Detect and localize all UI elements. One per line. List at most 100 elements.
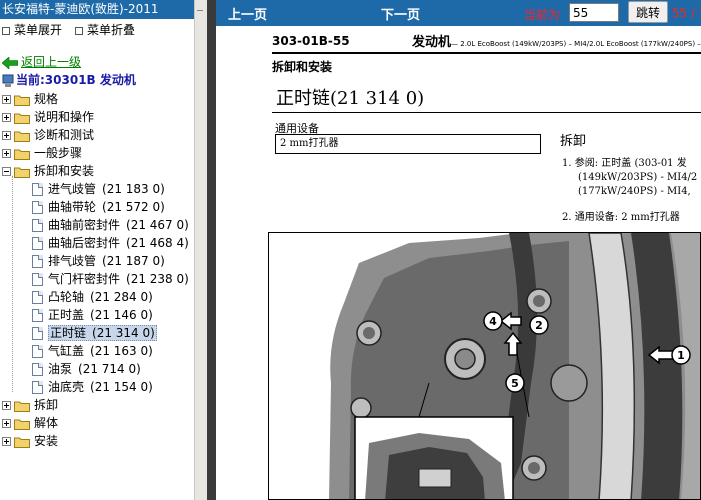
step-1-line-1: 1. 参阅: 正时盖 (303-01 发 — [562, 158, 687, 169]
tree-folder[interactable]: 说明和操作 — [2, 108, 94, 126]
tree-folder[interactable]: 一般步骤 — [2, 144, 82, 162]
tree-item[interactable]: 气缸盖 (21 163 0) — [32, 342, 153, 360]
tree-folder[interactable]: 解体 — [2, 414, 58, 432]
tree-item[interactable]: 曲轴后密封件 (21 468 4) — [32, 234, 189, 252]
expand-toggle-icon[interactable] — [2, 437, 11, 446]
tree-item-text: 气门杆密封件 (21 238 0) — [48, 272, 189, 286]
navigation-pane: 长安福特-蒙迪欧(致胜)-2011 菜单展开 菜单折叠 返回上一级 当前:303… — [0, 0, 194, 500]
tree-item-code: (21 187 0) — [102, 254, 165, 268]
tree-item[interactable]: 油泵 (21 714 0) — [32, 360, 141, 378]
tree-item-text: 凸轮轴 (21 284 0) — [48, 290, 153, 304]
tree-item[interactable]: 油底壳 (21 154 0) — [32, 378, 153, 396]
collapse-icon — [75, 26, 83, 35]
callout-4-label: 4 — [489, 315, 497, 328]
collapse-toggle-icon[interactable] — [2, 167, 11, 176]
step-2: 2. 通用设备: 2 mm打孔器 — [562, 212, 680, 223]
tree-item-label: 油底壳 — [48, 380, 85, 394]
tree-item-code: (21 714 0) — [78, 362, 141, 376]
tools-box: 2 mm打孔器 — [275, 134, 541, 154]
next-page-link[interactable]: 下一页 — [381, 4, 420, 23]
back-link[interactable]: 返回上一级 — [1, 54, 82, 70]
engine-subtitle: — 2.0L EcoBoost (149kW/203PS) – MI4/2.0L… — [451, 40, 701, 48]
tree-folder[interactable]: 规格 — [2, 90, 58, 108]
expand-toggle-icon[interactable] — [2, 113, 11, 122]
tree-folder[interactable]: 诊断和测试 — [2, 126, 94, 144]
page-number-input[interactable] — [569, 3, 619, 22]
folder-icon — [14, 149, 30, 160]
tree-item-text: 油泵 (21 714 0) — [48, 362, 141, 376]
expand-toggle-icon[interactable] — [2, 419, 11, 428]
tree-folder[interactable]: 安装 — [2, 432, 58, 450]
tree-folder-label: 说明和操作 — [34, 110, 95, 124]
prev-page-link[interactable]: 上一页 — [228, 4, 267, 23]
step-1-line-3: (177kW/240PS) - MI4, — [578, 186, 691, 197]
callout-2-label: 2 — [535, 319, 543, 332]
section-number: 303-01B-55 — [272, 34, 350, 48]
folder-icon — [14, 401, 30, 412]
callout-1-label: 1 — [677, 349, 685, 362]
expand-toggle-icon[interactable] — [2, 131, 11, 140]
folder-icon — [14, 437, 30, 448]
document-icon — [32, 237, 43, 250]
document-icon — [32, 219, 43, 232]
tree-item-label: 排气歧管 — [48, 254, 97, 268]
document-icon — [32, 183, 43, 196]
folder-icon — [14, 419, 30, 430]
tree-item[interactable]: 进气歧管 (21 183 0) — [32, 180, 165, 198]
tree-item-text: 排气歧管 (21 187 0) — [48, 254, 165, 268]
callout-5-label: 5 — [511, 377, 519, 390]
tree-item[interactable]: 曲轴带轮 (21 572 0) — [32, 198, 165, 216]
document-icon — [32, 327, 43, 340]
back-arrow-icon — [1, 55, 19, 70]
page-count: 55 / 1 — [672, 6, 701, 20]
go-button[interactable]: 跳转 — [628, 1, 668, 23]
page-toolbar: 上一页 下一页 当前为 跳转 55 / 1 — [216, 0, 701, 26]
step-1-line-2: (149kW/203PS) - MI4/2 — [578, 172, 698, 183]
expand-toggle-icon[interactable] — [2, 149, 11, 158]
tree-folder[interactable]: 拆卸和安装 — [2, 162, 94, 180]
tree-item[interactable]: 正时盖 (21 146 0) — [32, 306, 153, 324]
tree-item-code: (21 314 0) — [92, 326, 155, 340]
tree-folder[interactable]: 拆卸 — [2, 396, 58, 414]
expand-icon — [2, 26, 10, 35]
tree-folder-label: 诊断和测试 — [34, 128, 95, 142]
current-page-label: 当前为 — [524, 8, 561, 22]
tree-item-label: 曲轴前密封件 — [48, 218, 121, 232]
tree-item-code: (21 468 4) — [126, 236, 189, 250]
splitter-grip — [197, 10, 203, 11]
folder-icon — [14, 131, 30, 142]
expand-menu-button[interactable]: 菜单展开 — [2, 22, 62, 38]
tree-item-code: (21 163 0) — [90, 344, 153, 358]
tree-item[interactable]: 曲轴前密封件 (21 467 0) — [32, 216, 189, 234]
timing-chain-diagram: 4 2 5 1 — [269, 233, 700, 499]
expand-toggle-icon[interactable] — [2, 95, 11, 104]
tree-item[interactable]: 排气歧管 (21 187 0) — [32, 252, 165, 270]
removal-install-title: 拆卸和安装 — [272, 60, 333, 74]
tree-folder-label: 规格 — [34, 92, 59, 106]
expand-toggle-icon[interactable] — [2, 401, 11, 410]
tree-item-label: 凸轮轴 — [48, 290, 85, 304]
document-icon — [32, 273, 43, 286]
tree-item[interactable]: 凸轮轴 (21 284 0) — [32, 288, 153, 306]
computer-icon — [2, 74, 14, 87]
document-icon — [32, 381, 43, 394]
tree-guide-line — [12, 176, 13, 392]
collapse-menu-button[interactable]: 菜单折叠 — [75, 22, 135, 38]
tree-folder-label: 安装 — [34, 434, 59, 448]
tree-item-label: 曲轴后密封件 — [48, 236, 121, 250]
tree-item-code: (21 154 0) — [90, 380, 153, 394]
back-link-label: 返回上一级 — [21, 55, 82, 69]
tree-item-text: 气缸盖 (21 163 0) — [48, 344, 153, 358]
tree-item-text: 正时链 (21 314 0) — [48, 325, 157, 341]
tree-folder-label: 一般步骤 — [34, 146, 83, 160]
tree-item[interactable]: 正时链 (21 314 0) — [32, 324, 157, 342]
tree-item-text: 曲轴带轮 (21 572 0) — [48, 200, 165, 214]
pane-splitter[interactable] — [194, 0, 217, 500]
tree-item-text: 曲轴前密封件 (21 467 0) — [48, 218, 189, 232]
tree-item-code: (21 467 0) — [126, 218, 189, 232]
heading-rule — [272, 112, 701, 113]
tree-item-label: 进气歧管 — [48, 182, 97, 196]
tree-folder-label: 解体 — [34, 416, 59, 430]
tree-item[interactable]: 气门杆密封件 (21 238 0) — [32, 270, 189, 288]
tree-folder-label: 拆卸 — [34, 398, 59, 412]
